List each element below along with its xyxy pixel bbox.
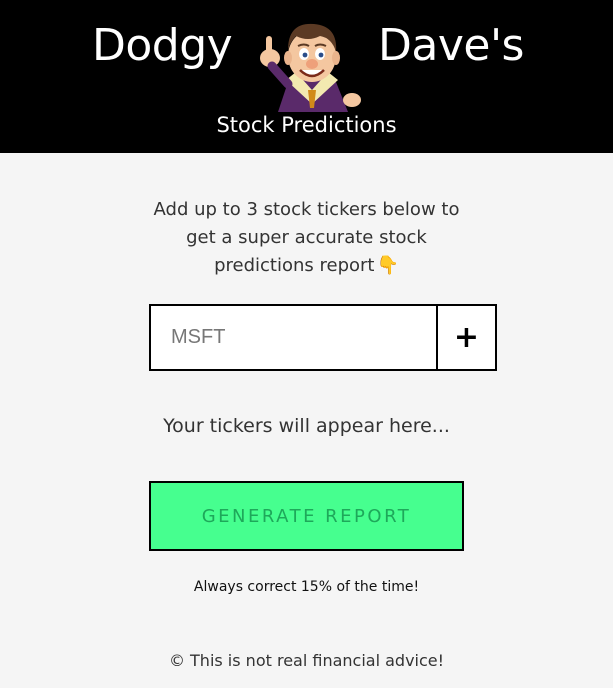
intro-text-block: Add up to 3 stock tickers below to get a… [140, 196, 473, 280]
tagline: Always correct 15% of the time! [193, 579, 420, 595]
page-subtitle: Stock Predictions [216, 113, 397, 137]
title-left: Dodgy [92, 20, 233, 71]
add-ticker-button[interactable]: + [436, 306, 495, 369]
header: Dodgy Dave's Stock Predictions [0, 0, 613, 153]
generate-report-button[interactable]: GENERATE REPORT [149, 481, 464, 551]
ticker-form: + [149, 304, 497, 371]
footer-disclaimer: © This is not real financial advice! [168, 651, 445, 670]
intro-text: Add up to 3 stock tickers below to get a… [153, 199, 460, 276]
cartoon-dave-icon [260, 23, 361, 112]
ticker-input[interactable] [151, 306, 436, 369]
tickers-placeholder-text: Your tickers will appear here... [163, 415, 450, 437]
pointing-down-emoji-icon: 👇 [376, 255, 399, 276]
title-right: Dave's [378, 20, 524, 71]
